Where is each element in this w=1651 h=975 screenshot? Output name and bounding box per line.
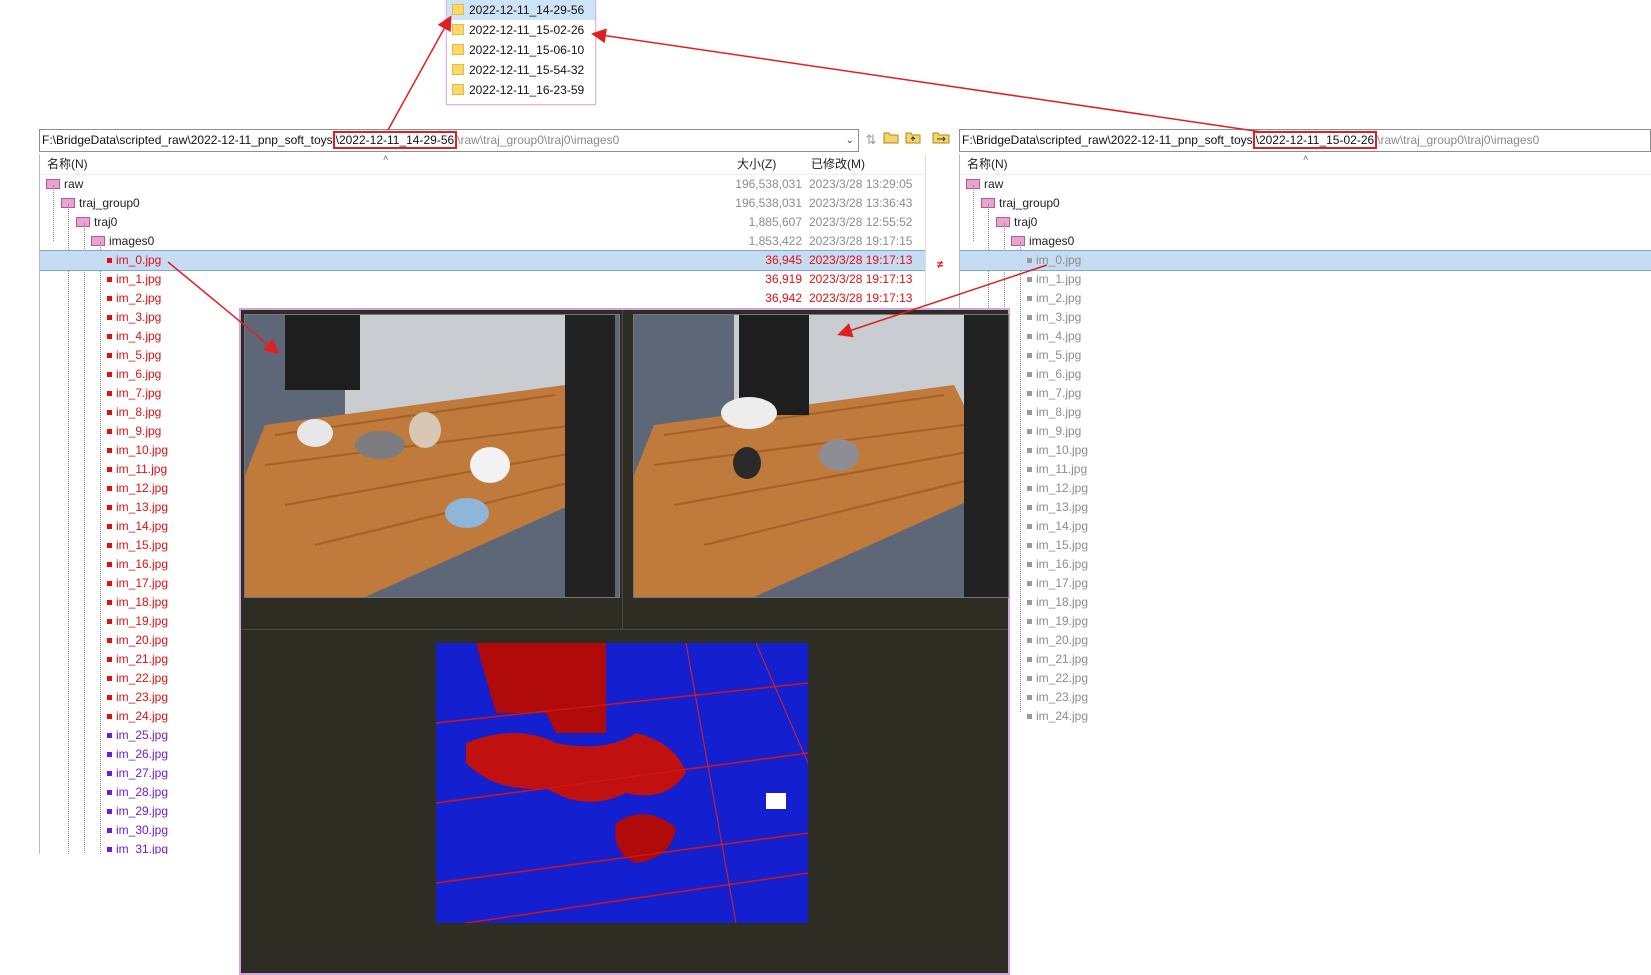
annotation-arrow xyxy=(387,15,452,131)
annotation-arrow xyxy=(591,28,1263,133)
annotation-arrow xyxy=(167,261,280,354)
annotation-arrow xyxy=(837,264,1048,338)
annotation-overlay xyxy=(167,15,1263,354)
